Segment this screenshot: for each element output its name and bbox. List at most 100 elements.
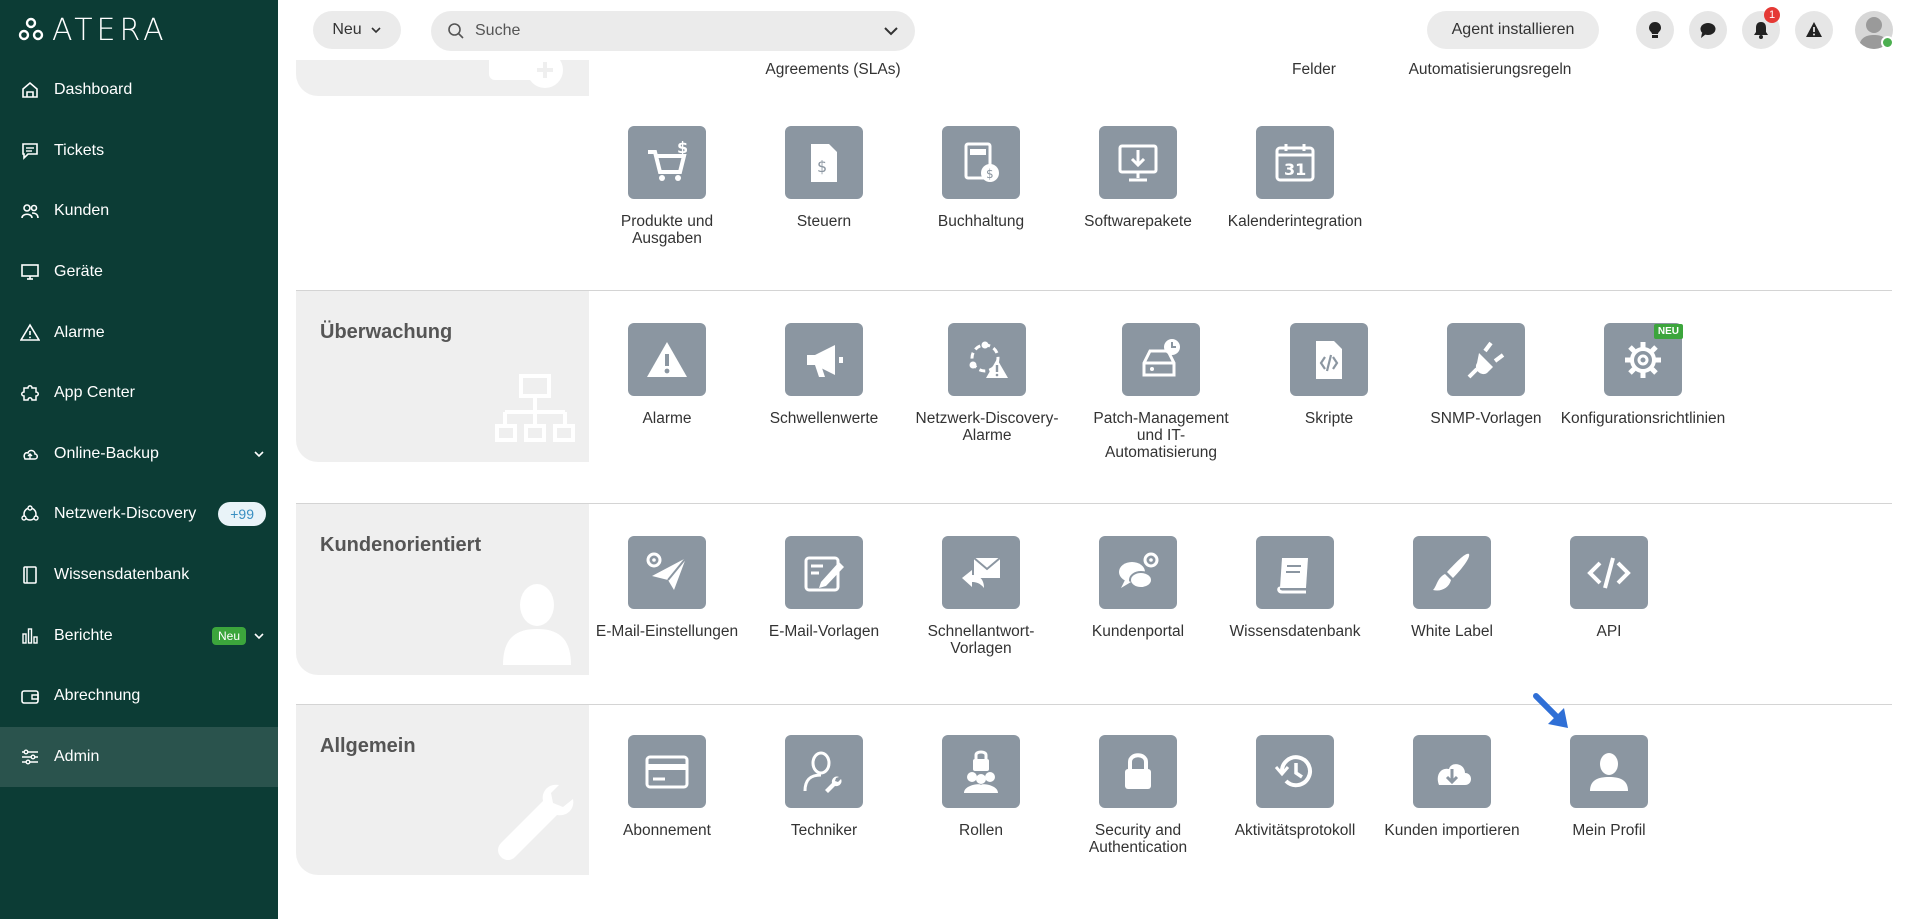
bell-icon <box>1754 22 1768 39</box>
lightbulb-button[interactable] <box>1636 11 1674 49</box>
tile-security-authentication[interactable]: Security and Authentication <box>1058 735 1218 856</box>
tile-buchhaltung[interactable]: $ Buchhaltung <box>901 126 1061 230</box>
svg-text:31: 31 <box>1284 160 1306 179</box>
section-title: Überwachung <box>320 321 453 343</box>
puzzle-icon <box>20 383 40 403</box>
warning-icon <box>20 323 40 343</box>
search-icon <box>448 23 464 39</box>
megaphone-icon <box>807 344 843 377</box>
chevron-down-icon <box>371 27 381 34</box>
tile-email-vorlagen[interactable]: E-Mail-Vorlagen <box>744 536 904 640</box>
tile-abonnement[interactable]: Abonnement <box>587 735 747 839</box>
tile-kalenderintegration[interactable]: 31 Kalenderintegration <box>1215 126 1375 230</box>
sidebar-item-online-backup[interactable]: Online-Backup <box>0 424 278 485</box>
tile-skripte[interactable]: Skripte <box>1249 323 1409 427</box>
sidebar-item-label: App Center <box>54 384 135 402</box>
search-placeholder: Suche <box>475 22 521 39</box>
sidebar: ATERA Dashboard Tickets Kunden Geräte Al… <box>0 0 278 919</box>
top-bar: Neu Suche Agent installieren 1 <box>278 0 1920 60</box>
tile-mein-profil[interactable]: Mein Profil <box>1529 735 1689 839</box>
chat-icon <box>20 141 40 161</box>
sidebar-item-label: Berichte <box>54 626 113 644</box>
tile-schwellenwerte[interactable]: Schwellenwerte <box>744 323 904 427</box>
cloud-icon <box>20 444 40 464</box>
tile-label-slas[interactable]: Agreements (SLAs) <box>753 61 913 79</box>
svg-text:$: $ <box>817 157 827 176</box>
new-badge: NEU <box>1653 324 1683 339</box>
org-chart-icon <box>495 374 575 442</box>
sidebar-item-label: Netzwerk-Discovery <box>54 505 197 523</box>
sidebar-item-geraete[interactable]: Geräte <box>0 242 278 303</box>
tile-softwarepakete[interactable]: Softwarepakete <box>1058 126 1218 230</box>
drive-clock-icon <box>1142 338 1180 376</box>
new-button[interactable]: Neu <box>313 11 401 49</box>
roles-lock-icon <box>964 750 998 793</box>
tile-label-felder[interactable]: Felder <box>1234 61 1394 79</box>
install-agent-button[interactable]: Agent installieren <box>1427 11 1599 49</box>
sidebar-item-abrechnung[interactable]: Abrechnung <box>0 666 278 727</box>
tile-schnellantwort-vorlagen[interactable]: Schnellantwort-Vorlagen <box>901 536 1061 657</box>
tile-kundenportal[interactable]: Kundenportal <box>1058 536 1218 640</box>
sidebar-item-wissensdatenbank[interactable]: Wissensdatenbank <box>0 545 278 606</box>
sidebar-item-netzwerk-discovery[interactable]: Netzwerk-Discovery +99 <box>0 484 278 545</box>
calendar-icon: 31 <box>1275 143 1315 181</box>
sidebar-item-dashboard[interactable]: Dashboard <box>0 60 278 121</box>
tile-netzwerk-discovery-alarme[interactable]: Netzwerk-Discovery-Alarme <box>907 323 1067 444</box>
sidebar-item-tickets[interactable]: Tickets <box>0 121 278 182</box>
tile-rollen[interactable]: Rollen <box>901 735 1061 839</box>
section-panel: Kundenorientiert <box>296 504 589 675</box>
sidebar-item-berichte[interactable]: Berichte Neu <box>0 605 278 666</box>
monitor-icon <box>20 262 40 282</box>
tile-patch-management[interactable]: Patch-Management und IT-Automatisierung <box>1081 323 1241 461</box>
cart-icon: $ <box>648 140 688 181</box>
sidebar-item-admin[interactable]: Admin <box>0 726 278 788</box>
code-icon <box>1587 556 1631 589</box>
sidebar-item-label: Admin <box>54 747 100 765</box>
new-badge: Neu <box>211 626 246 645</box>
chart-icon <box>20 626 40 646</box>
edit-icon <box>804 556 844 591</box>
notifications-button[interactable]: 1 <box>1742 7 1780 49</box>
calculator-icon: $ <box>964 142 999 182</box>
brand-name: ATERA <box>52 12 168 48</box>
sidebar-item-kunden[interactable]: Kunden <box>0 181 278 242</box>
tile-kunden-importieren[interactable]: Kunden importieren <box>1372 735 1532 839</box>
chevron-down-icon[interactable] <box>252 447 266 461</box>
tile-produkte-ausgaben[interactable]: $ Produkte und Ausgaben <box>587 126 747 247</box>
section-ueberwachung: Überwachung Alarme Schwellenwerte Netzwe… <box>296 291 1892 503</box>
sidebar-item-label: Online-Backup <box>54 444 159 462</box>
history-icon <box>1274 754 1312 787</box>
alerts-button[interactable] <box>1795 11 1833 49</box>
chat-button[interactable] <box>1689 11 1727 49</box>
sidebar-item-alarme[interactable]: Alarme <box>0 302 278 363</box>
lightbulb-icon <box>1649 22 1661 38</box>
atera-logo-icon <box>18 17 44 41</box>
network-icon <box>20 504 40 524</box>
tile-email-einstellungen[interactable]: E-Mail-Einstellungen <box>587 536 747 640</box>
section-kundenorientiert: Kundenorientiert E-Mail-Einstellungen E-… <box>296 504 1892 704</box>
tile-label-automatisierungsregeln[interactable]: Automatisierungsregeln <box>1375 61 1605 79</box>
tile-snmp-vorlagen[interactable]: SNMP-Vorlagen <box>1406 323 1566 427</box>
chevron-down-icon[interactable] <box>883 23 899 39</box>
tile-white-label[interactable]: White Label <box>1372 536 1532 640</box>
search-input[interactable]: Suche <box>431 11 915 51</box>
network-alert-icon <box>969 341 1008 378</box>
tile-api[interactable]: API <box>1529 536 1689 640</box>
tile-aktivitaetsprotokoll[interactable]: Aktivitätsprotokoll <box>1215 735 1375 839</box>
gear-icon <box>1625 341 1661 378</box>
online-status-dot <box>1881 36 1894 49</box>
reply-mail-icon <box>962 556 1001 588</box>
tile-steuern[interactable]: $ Steuern <box>744 126 904 230</box>
notification-count: 1 <box>1764 7 1780 23</box>
person-icon <box>503 584 571 665</box>
tile-techniker[interactable]: Techniker <box>744 735 904 839</box>
warning-icon <box>1806 22 1822 37</box>
tile-wissensdatenbank[interactable]: Wissensdatenbank <box>1215 536 1375 640</box>
sidebar-item-app-center[interactable]: App Center <box>0 363 278 424</box>
chevron-down-icon[interactable] <box>252 629 266 643</box>
tile-alarme[interactable]: Alarme <box>587 323 747 427</box>
lock-icon <box>1125 752 1151 789</box>
tile-konfigurationsrichtlinien[interactable]: NEU Konfigurationsrichtlinien <box>1561 323 1725 427</box>
credit-card-icon <box>645 755 689 788</box>
atera-logo[interactable]: ATERA <box>18 12 168 48</box>
